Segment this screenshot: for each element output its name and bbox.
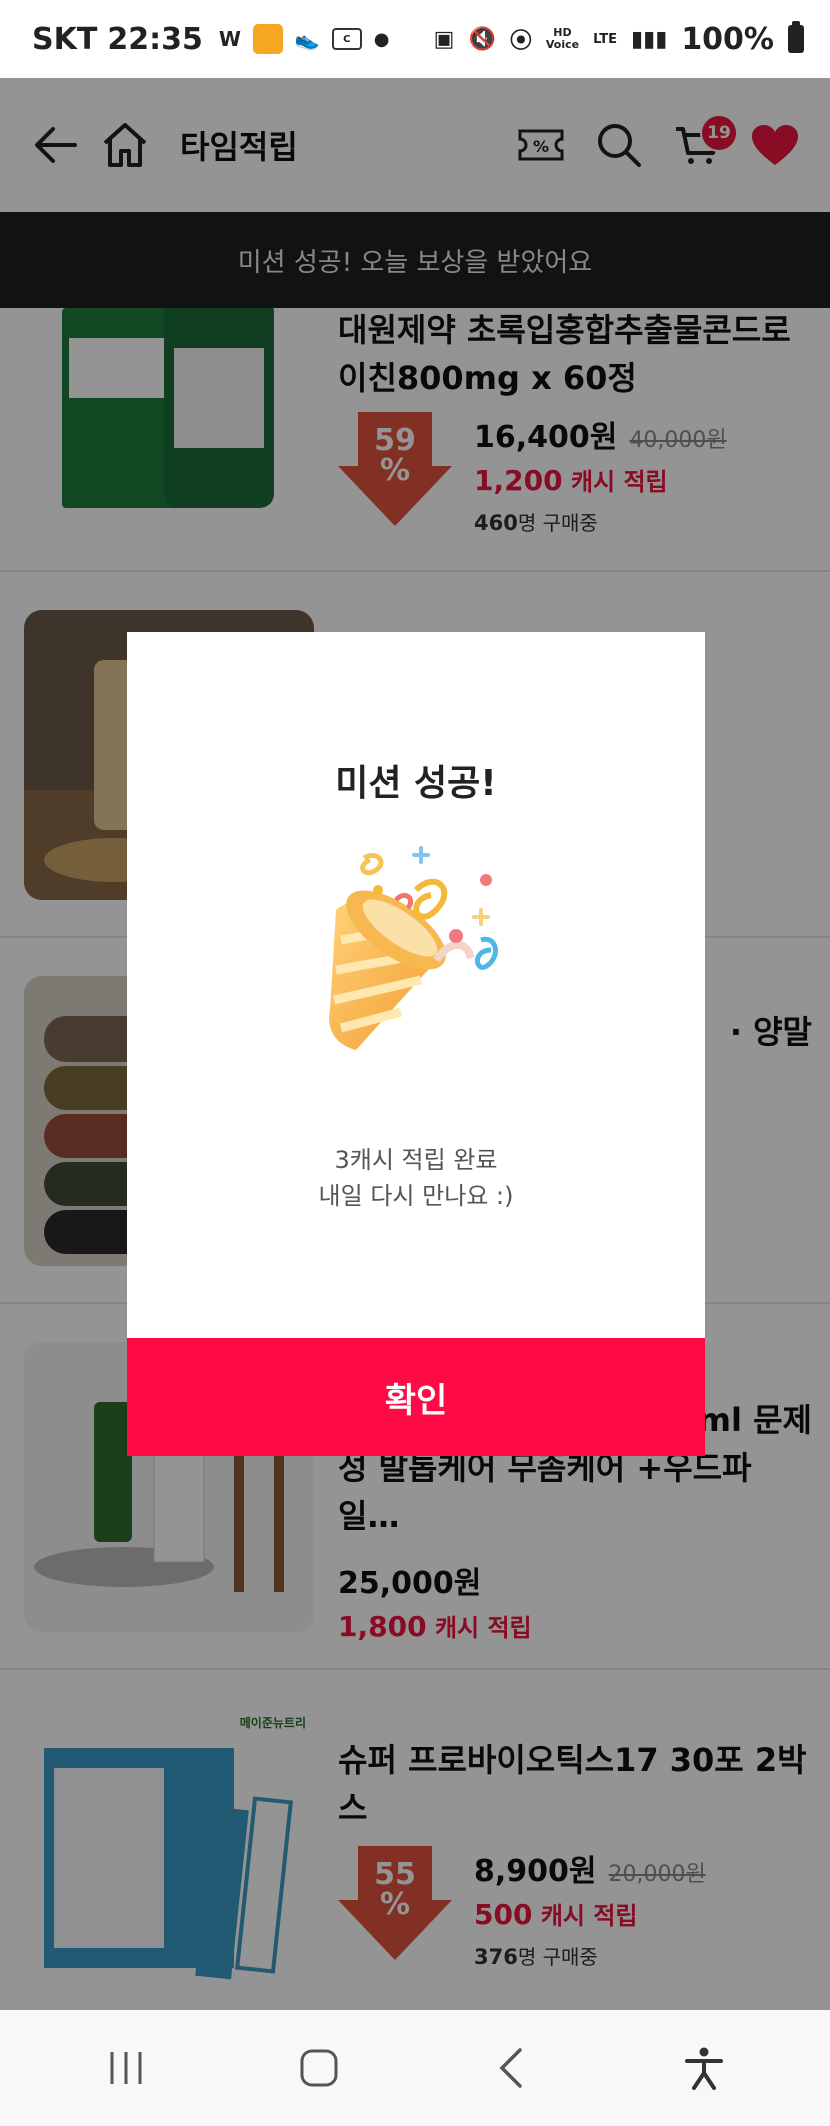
back-nav-icon [499, 2048, 522, 2088]
confirm-button[interactable]: 확인 [127, 1338, 705, 1456]
home-nav-icon [300, 2049, 338, 2087]
notification-shoe-icon: 👟 [294, 27, 320, 51]
accessibility-button[interactable] [659, 2023, 749, 2113]
notification-game-icon [252, 24, 283, 54]
battery-icon [788, 21, 804, 53]
status-right: ▣ 🔇 ⦿ HD Voice LTE ▮▮▮ 100% [433, 21, 804, 57]
lte-icon: LTE [593, 31, 617, 47]
message-line-1: 3캐시 적립 완료 [334, 1146, 498, 1174]
notification-app-icon: W [218, 27, 241, 51]
dialog-message: 3캐시 적립 완료 내일 다시 만나요 :) [127, 1142, 705, 1214]
home-nav-button[interactable] [274, 2023, 364, 2113]
signal-icon: ▮▮▮ [630, 26, 668, 52]
clock: 22:35 [107, 21, 203, 57]
battery-saver-icon: ▣ [433, 26, 455, 52]
hd-voice-icon: HD Voice [546, 27, 579, 51]
mute-icon: 🔇 [468, 26, 496, 52]
location-icon: ⦿ [509, 29, 532, 54]
party-popper-icon [329, 846, 498, 1050]
notification-dot-icon: ● [373, 28, 390, 50]
accessibility-icon [684, 2047, 723, 2090]
voice-label: Voice [545, 38, 580, 51]
recent-apps-button[interactable] [81, 2023, 171, 2113]
system-navigation-bar [0, 2010, 830, 2126]
status-bar: SKT 22:35 W 👟 C ● ▣ 🔇 ⦿ HD Voice LTE ▮▮▮… [0, 0, 830, 78]
message-line-2: 내일 다시 만나요 :) [318, 1182, 514, 1210]
battery-percent: 100% [681, 21, 774, 57]
mission-success-dialog: 미션 성공! 3캐시 적립 완료 내일 다시 만나요 :) 확인 [127, 632, 705, 1456]
notification-icons: W 👟 C ● [219, 24, 390, 54]
recent-apps-icon [110, 2052, 142, 2084]
notification-cash-icon: C [331, 28, 362, 50]
status-left: SKT 22:35 [32, 22, 203, 57]
carrier-label: SKT [32, 21, 98, 57]
back-nav-button[interactable] [466, 2023, 556, 2113]
dialog-title: 미션 성공! [335, 763, 497, 804]
